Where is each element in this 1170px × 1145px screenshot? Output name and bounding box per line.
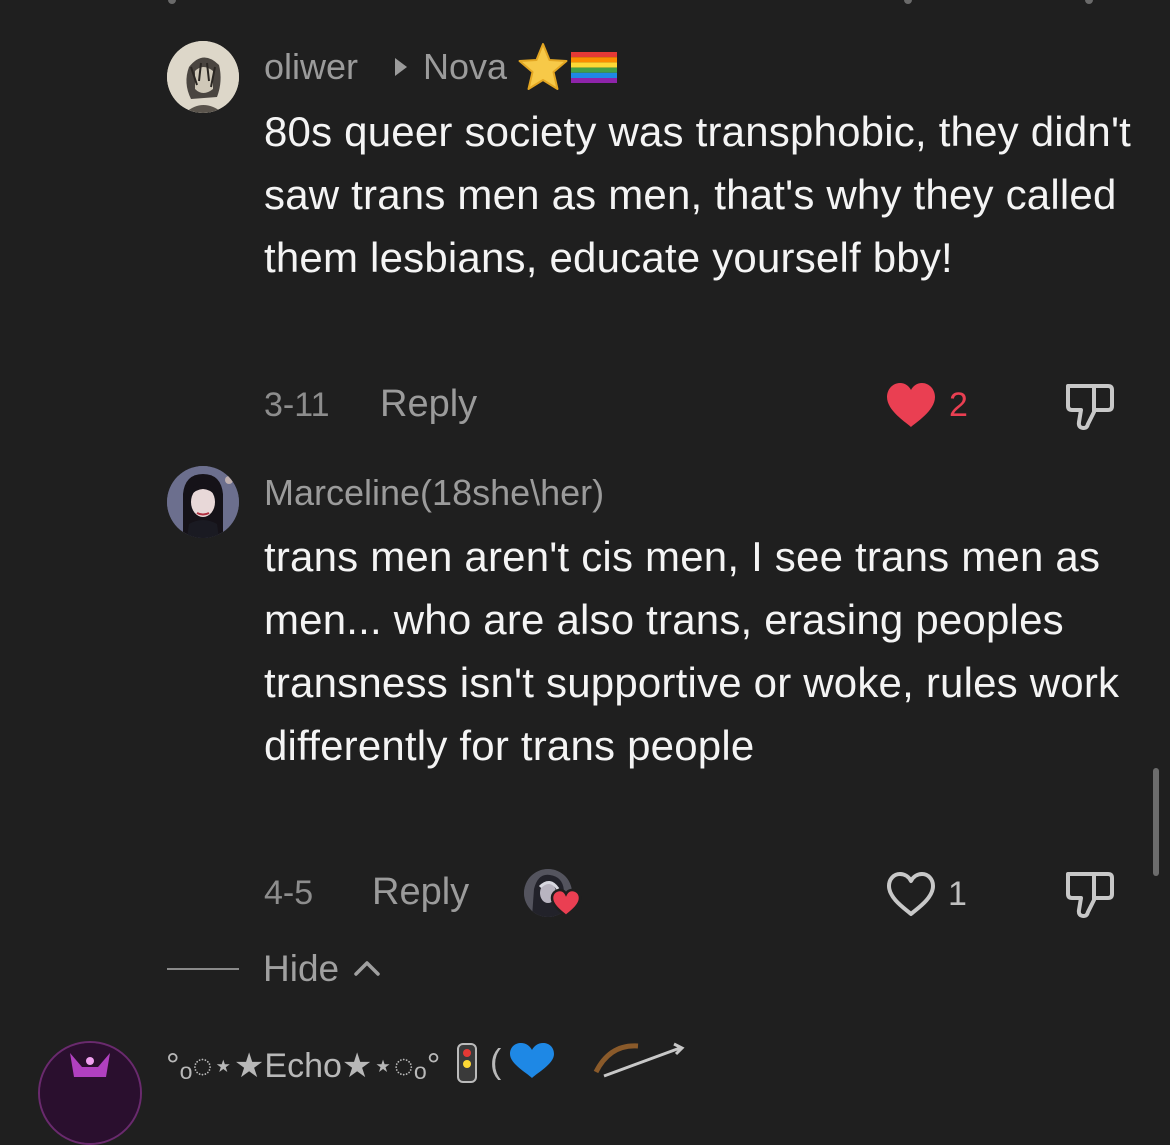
reply-button[interactable]: Reply xyxy=(380,384,477,424)
reply-to-username[interactable]: Nova xyxy=(423,47,507,87)
like-count: 1 xyxy=(948,875,967,913)
previous-item-edge xyxy=(904,0,912,4)
username-text[interactable]: oliwer xyxy=(264,46,358,87)
traffic-light-icon xyxy=(457,1043,477,1083)
hide-label[interactable]: Hide xyxy=(263,948,339,989)
bow-and-arrow-icon xyxy=(593,1042,685,1078)
heart-outline-icon[interactable] xyxy=(885,870,937,918)
heart-badge-icon xyxy=(550,888,582,918)
dislike-icon[interactable] xyxy=(1063,868,1117,920)
comment-username[interactable]: Marceline(18she\her) xyxy=(264,473,604,513)
comment-date: 3-11 xyxy=(264,386,330,424)
previous-item-edge xyxy=(1085,0,1093,4)
portrait-photo-icon xyxy=(167,466,239,538)
comment-date: 4-5 xyxy=(264,874,314,912)
rainbow-flag-icon xyxy=(571,52,617,83)
paren-open: ( xyxy=(490,1043,502,1081)
sketch-portrait-icon xyxy=(167,41,239,113)
hide-replies-button[interactable]: Hide xyxy=(263,948,381,990)
comment-username[interactable]: °ₒ◌⋆★Echo★⋆◌ₒ° xyxy=(166,1046,440,1086)
heart-filled-icon[interactable] xyxy=(885,381,937,429)
reply-button[interactable]: Reply xyxy=(372,872,469,912)
replies-divider xyxy=(167,968,239,970)
avatar[interactable] xyxy=(38,1041,142,1145)
reply-arrow-icon xyxy=(395,58,407,76)
comment-username[interactable]: oliwer xyxy=(264,47,358,87)
comment-text: trans men aren't cis men, I see trans me… xyxy=(264,533,1120,769)
next-comment-emoji-text: ( xyxy=(490,1042,501,1082)
scrollbar[interactable] xyxy=(1153,768,1159,876)
star-icon xyxy=(518,43,568,90)
chevron-up-icon xyxy=(354,961,381,976)
avatar[interactable] xyxy=(167,41,239,113)
avatar[interactable] xyxy=(167,466,239,538)
previous-item-edge xyxy=(168,0,176,4)
avatar-art-icon xyxy=(40,1043,140,1143)
dislike-icon[interactable] xyxy=(1063,380,1117,432)
blue-heart-icon xyxy=(510,1043,554,1078)
reply-to-name[interactable]: Nova xyxy=(423,46,507,87)
like-count: 2 xyxy=(949,386,968,424)
comment-text: 80s queer society was transphobic, they … xyxy=(264,108,1132,281)
